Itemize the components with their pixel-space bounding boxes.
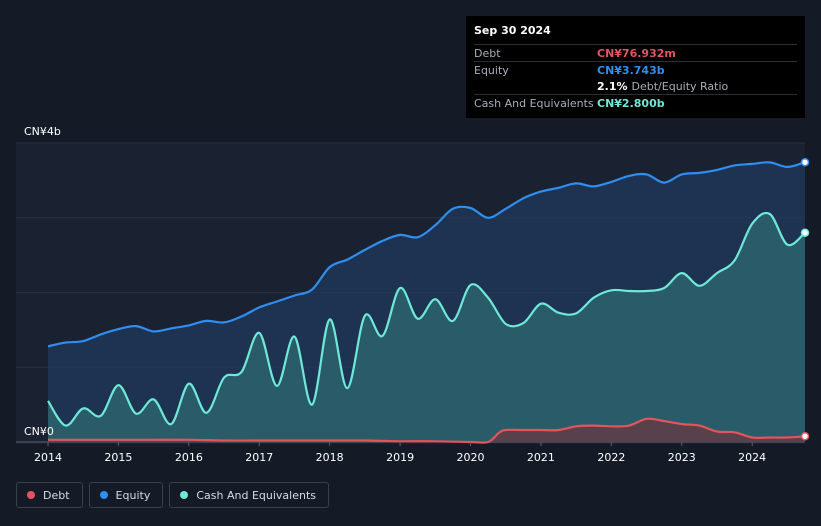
data-tooltip: Sep 30 2024 Debt CN¥76.932m Equity CN¥3.…: [466, 16, 805, 118]
tooltip-ratio-row: 2.1% Debt/Equity Ratio: [474, 78, 797, 94]
tooltip-cash-value: CN¥2.800b: [597, 96, 665, 110]
x-axis-ticks: 2014 2015 2016 2017 2018 2019 2020 2021 2022 2023…: [34, 442, 766, 464]
y-tick-label-max: CN¥4b: [24, 125, 61, 138]
x-tick-label: 2023: [668, 451, 696, 464]
legend-label-equity: Equity: [115, 488, 151, 502]
legend-item-debt[interactable]: Debt: [16, 482, 83, 508]
x-tick-label: 2016: [175, 451, 203, 464]
x-tick-label: 2018: [316, 451, 344, 464]
chart-legend: Debt Equity Cash And Equivalents: [16, 482, 329, 508]
cash-and-equivalents-end-marker: [800, 228, 810, 237]
tooltip-cash-label: Cash And Equivalents: [474, 96, 594, 110]
tooltip-debt-row: Debt CN¥76.932m: [474, 44, 797, 61]
x-tick-label: 2014: [34, 451, 62, 464]
cash-dot-icon: [180, 491, 189, 499]
tooltip-debt-value: CN¥76.932m: [597, 46, 676, 60]
legend-label-cash: Cash And Equivalents: [196, 488, 316, 502]
x-tick-label: 2015: [104, 451, 132, 464]
x-tick-label: 2017: [245, 451, 273, 464]
tooltip-equity-label: Equity: [474, 63, 509, 77]
x-tick-label: 2022: [597, 451, 625, 464]
legend-label-debt: Debt: [43, 488, 70, 502]
tooltip-equity-row: Equity CN¥3.743b: [474, 61, 797, 78]
tooltip-date: Sep 30 2024: [474, 24, 551, 37]
x-tick-label: 2020: [457, 451, 485, 464]
debt-end-marker: [800, 431, 810, 441]
equity-end-marker: [800, 157, 810, 167]
legend-item-equity[interactable]: Equity: [88, 482, 164, 508]
legend-item-cash[interactable]: Cash And Equivalents: [169, 482, 329, 508]
debt-dot-icon: [27, 491, 35, 499]
x-tick-label: 2024: [738, 451, 766, 464]
x-tick-label: 2021: [527, 451, 555, 464]
tooltip-debt-label: Debt: [474, 46, 501, 60]
equity-dot-icon: [99, 491, 108, 499]
tooltip-ratio-label: Debt/Equity Ratio: [631, 79, 729, 93]
y-tick-label-zero: CN¥0: [24, 425, 54, 438]
tooltip-ratio-value: 2.1%: [597, 79, 628, 93]
x-tick-label: 2019: [386, 451, 414, 464]
tooltip-equity-value: CN¥3.743b: [597, 63, 665, 77]
tooltip-cash-row: Cash And Equivalents CN¥2.800b: [474, 94, 797, 111]
